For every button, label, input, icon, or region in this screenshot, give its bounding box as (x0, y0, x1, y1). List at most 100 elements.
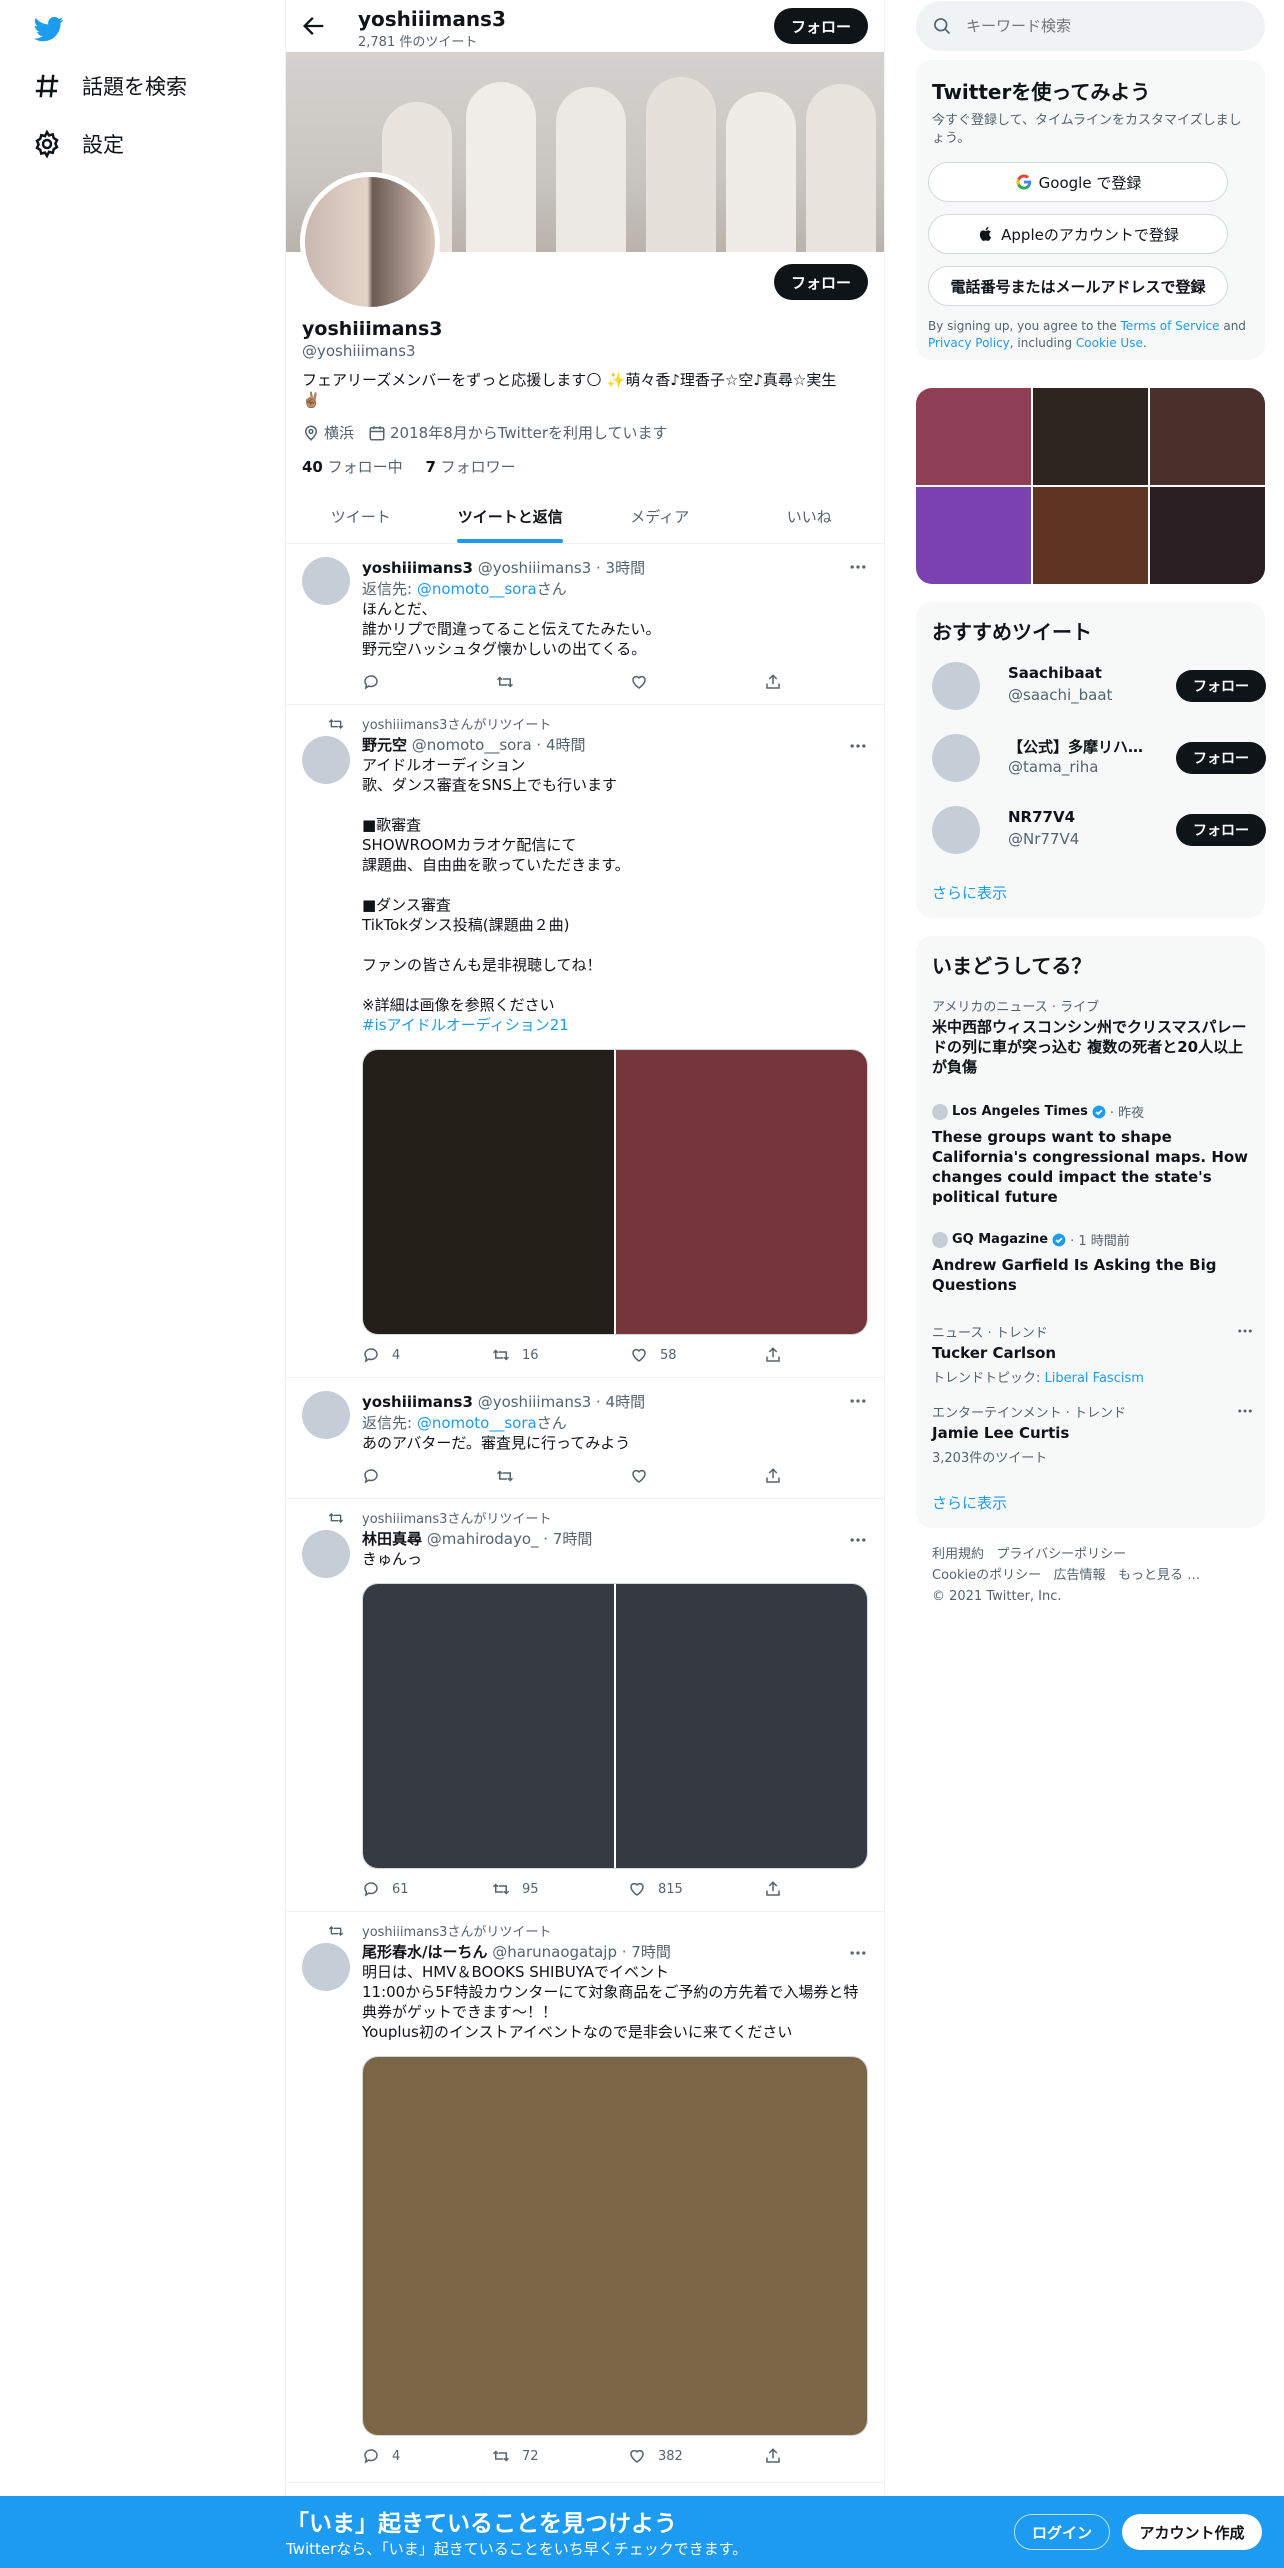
twitter-bird-icon[interactable] (32, 14, 66, 44)
profile-avatar[interactable] (300, 172, 440, 312)
grid-photo[interactable] (1033, 388, 1148, 485)
like-button[interactable]: 815 (628, 1880, 683, 1898)
header-follow-button[interactable]: フォロー (774, 8, 868, 44)
recommended-account[interactable]: NR77V4 @Nr77V4 フォロー (932, 800, 1266, 860)
tweet[interactable]: yoshiiimans3さんがリツイート 林田真尋 @mahirodayo_ ·… (286, 1500, 884, 1912)
footer-terms-link[interactable]: 利用規約 (932, 1547, 984, 1562)
avatar[interactable] (932, 662, 980, 710)
tweet-avatar[interactable] (302, 736, 350, 784)
tweet[interactable]: yoshiiimans3さんがリツイート 尾形春水/はーちん @harunaog… (286, 1913, 884, 2483)
retweet-button[interactable]: 72 (492, 2447, 539, 2465)
retweet-button[interactable]: 16 (492, 1346, 539, 1364)
reply-button[interactable]: 4 (362, 1346, 400, 1364)
tweet-avatar[interactable] (302, 557, 350, 605)
media-image[interactable] (616, 1050, 867, 1334)
share-button[interactable] (764, 673, 794, 691)
media-image[interactable] (363, 1584, 616, 1868)
reply-button[interactable] (362, 1467, 392, 1485)
share-button[interactable] (764, 2447, 794, 2465)
media-image[interactable] (363, 1050, 616, 1334)
show-more-link[interactable]: さらに表示 (932, 882, 1007, 903)
more-icon[interactable] (848, 1943, 868, 1963)
google-signup-button[interactable]: Google で登録 (928, 162, 1228, 202)
like-button[interactable]: 58 (630, 1346, 677, 1364)
share-button[interactable] (764, 1880, 794, 1898)
signup-button[interactable]: アカウント作成 (1122, 2514, 1262, 2550)
retweet-button[interactable] (496, 673, 526, 691)
search-box[interactable] (916, 1, 1265, 51)
tweet[interactable]: yoshiiimans3さんがリツイート 野元空 @nomoto__sora ·… (286, 706, 884, 1378)
privacy-link[interactable]: Privacy Policy (928, 336, 1010, 350)
more-icon[interactable] (848, 736, 868, 756)
terms-link[interactable]: Terms of Service (1121, 319, 1220, 333)
tweet[interactable]: yoshiiimans3 @yoshiiimans3 · 4時間 返信先: @n… (286, 1379, 884, 1499)
like-button[interactable]: 382 (628, 2447, 683, 2465)
trend-topic-link[interactable]: Liberal Fascism (1045, 1371, 1144, 1386)
trend-item[interactable]: Los Angeles Times · 昨夜 These groups want … (932, 1102, 1252, 1207)
retweet-button[interactable] (496, 1467, 526, 1485)
footer-more-link[interactable]: もっと見る … (1118, 1568, 1200, 1583)
reply-mention-link[interactable]: @nomoto__sora (417, 580, 537, 598)
recommended-account[interactable]: 【公式】多摩リハビリテーション学院 @tama_riha フォロー (932, 728, 1266, 788)
grid-photo[interactable] (916, 388, 1031, 485)
tab-tweets[interactable]: ツイート (286, 490, 436, 543)
avatar[interactable] (932, 734, 980, 782)
tweet-media[interactable] (362, 2056, 868, 2436)
following-link[interactable]: 40 フォロー中 (302, 458, 403, 476)
more-icon[interactable] (1236, 1322, 1254, 1340)
tweet-avatar[interactable] (302, 1391, 350, 1439)
more-icon[interactable] (848, 1391, 868, 1411)
like-button[interactable] (630, 673, 660, 691)
media-image[interactable] (616, 1584, 867, 1868)
media-image[interactable] (363, 2057, 867, 2435)
apple-signup-button[interactable]: Appleのアカウントで登録 (928, 214, 1228, 254)
like-button[interactable] (630, 1467, 660, 1485)
trend-item[interactable]: ニュース · トレンド Tucker Carlson トレンドトピック: Lib… (932, 1322, 1252, 1386)
footer-cookie-link[interactable]: Cookieのポリシー (932, 1568, 1041, 1583)
grid-photo[interactable] (1150, 487, 1265, 584)
tab-tweets-and-replies[interactable]: ツイートと返信 (436, 490, 586, 543)
grid-photo[interactable] (1150, 388, 1265, 485)
tweet-avatar[interactable] (302, 1943, 350, 1991)
recommended-account[interactable]: Saachibaat @saachi_baat フォロー (932, 656, 1266, 716)
search-input[interactable] (966, 17, 1236, 35)
tab-likes[interactable]: いいね (735, 490, 885, 543)
cookie-link[interactable]: Cookie Use (1076, 336, 1143, 350)
hashtag-link[interactable]: #isアイドルオーディション21 (362, 1016, 569, 1034)
back-arrow-icon[interactable] (300, 12, 328, 40)
phone-email-signup-button[interactable]: 電話番号またはメールアドレスで登録 (928, 266, 1228, 306)
more-icon[interactable] (1236, 1402, 1254, 1420)
nav-explore[interactable]: 話題を検索 (32, 66, 187, 106)
follow-button[interactable]: フォロー (1176, 814, 1266, 846)
nav-settings[interactable]: 設定 (32, 124, 124, 164)
more-icon[interactable] (848, 557, 868, 577)
reply-mention-link[interactable]: @nomoto__sora (417, 1414, 537, 1432)
profile-follow-button[interactable]: フォロー (774, 264, 868, 300)
show-more-link[interactable]: さらに表示 (932, 1492, 1007, 1513)
tweet-media[interactable] (362, 1583, 868, 1869)
tweet-avatar[interactable] (302, 1530, 350, 1578)
share-button[interactable] (764, 1467, 794, 1485)
more-icon[interactable] (848, 1530, 868, 1550)
retweet-button[interactable]: 95 (492, 1880, 539, 1898)
tweet-media[interactable] (362, 1049, 868, 1335)
share-button[interactable] (764, 1346, 794, 1364)
reply-button[interactable] (362, 673, 392, 691)
grid-photo[interactable] (1033, 487, 1148, 584)
trend-title: These groups want to shape California's … (932, 1128, 1249, 1206)
follow-button[interactable]: フォロー (1176, 742, 1266, 774)
trend-item[interactable]: GQ Magazine · 1 時間前 Andrew Garfield Is As… (932, 1230, 1252, 1295)
tweet[interactable]: yoshiiimans3 @yoshiiimans3 · 3時間 返信先: @n… (286, 545, 884, 705)
tab-media[interactable]: メディア (585, 490, 735, 543)
footer-ads-link[interactable]: 広告情報 (1054, 1568, 1106, 1583)
avatar[interactable] (932, 806, 980, 854)
trend-item[interactable]: エンターテインメント · トレンド Jamie Lee Curtis 3,203… (932, 1402, 1252, 1466)
reply-button[interactable]: 61 (362, 1880, 409, 1898)
footer-privacy-link[interactable]: プライバシーポリシー (996, 1547, 1126, 1562)
follow-button[interactable]: フォロー (1176, 670, 1266, 702)
trend-item[interactable]: アメリカのニュース · ライブ 米中西部ウィスコンシン州でクリスマスパレードの列… (932, 996, 1252, 1077)
grid-photo[interactable] (916, 487, 1031, 584)
reply-button[interactable]: 4 (362, 2447, 400, 2465)
followers-link[interactable]: 7 フォロワー (425, 458, 515, 476)
login-button[interactable]: ログイン (1014, 2514, 1110, 2550)
